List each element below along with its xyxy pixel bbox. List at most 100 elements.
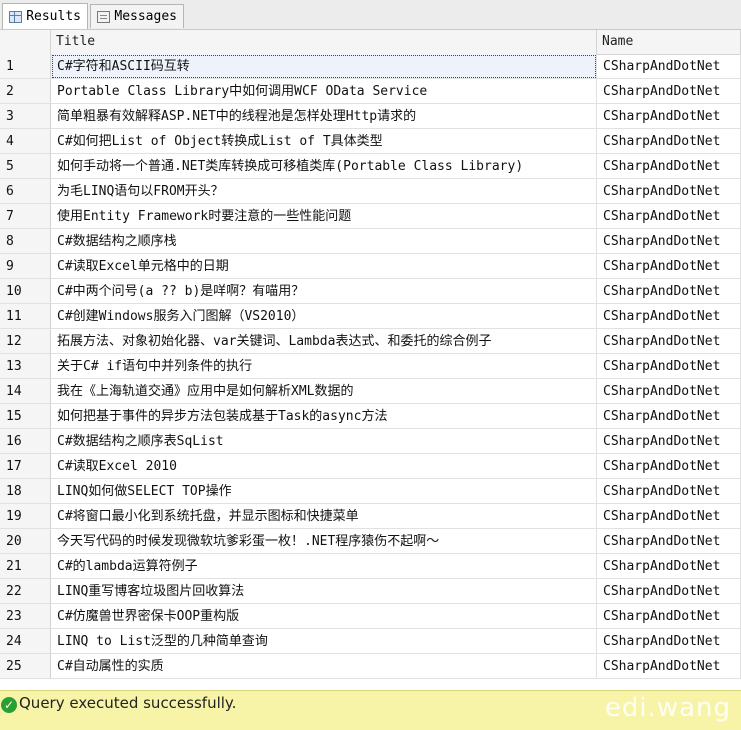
title-cell[interactable]: 如何手动将一个普通.NET类库转换成可移植类库(Portable Class L… — [51, 154, 597, 179]
row-number-cell[interactable]: 19 — [0, 504, 51, 529]
row-number-cell[interactable]: 16 — [0, 429, 51, 454]
column-header-title[interactable]: Title — [51, 30, 597, 54]
row-number-cell[interactable]: 23 — [0, 604, 51, 629]
name-cell[interactable]: CSharpAndDotNet — [597, 254, 741, 279]
row-number-cell[interactable]: 5 — [0, 154, 51, 179]
title-cell[interactable]: C#读取Excel单元格中的日期 — [51, 254, 597, 279]
row-number-cell[interactable]: 22 — [0, 579, 51, 604]
table-row[interactable]: 3 简单粗暴有效解释ASP.NET中的线程池是怎样处理Http请求的 CSharpA… — [0, 104, 741, 129]
name-cell[interactable]: CSharpAndDotNet — [597, 404, 741, 429]
table-row[interactable]: 8 C#数据结构之顺序栈 CSharpAndDotNet — [0, 229, 741, 254]
table-row[interactable]: 20 今天写代码的时候发现微软坑爹彩蛋一枚！.NET程序猿伤不起啊～ CSharpA… — [0, 529, 741, 554]
title-cell[interactable]: 我在《上海轨道交通》应用中是如何解析XML数据的 — [51, 379, 597, 404]
row-number-cell[interactable]: 12 — [0, 329, 51, 354]
title-cell[interactable]: 如何把基于事件的异步方法包装成基于Task的async方法 — [51, 404, 597, 429]
name-cell[interactable]: CSharpAndDotNet — [597, 529, 741, 554]
table-row[interactable]: 22 LINQ重写博客垃圾图片回收算法 CSharpAndDotNet — [0, 579, 741, 604]
tab-results[interactable]: Results — [2, 3, 88, 29]
table-row[interactable]: 21 C#的lambda运算符例子 CSharpAndDotNet — [0, 554, 741, 579]
row-number-cell[interactable]: 25 — [0, 654, 51, 679]
title-cell[interactable]: C#自动属性的实质 — [51, 654, 597, 679]
title-cell[interactable]: C#如何把List of Object转换成List of T具体类型 — [51, 129, 597, 154]
title-cell[interactable]: 为毛LINQ语句以FROM开头？ — [51, 179, 597, 204]
row-number-cell[interactable]: 21 — [0, 554, 51, 579]
name-cell[interactable]: CSharpAndDotNet — [597, 229, 741, 254]
title-cell[interactable]: C#的lambda运算符例子 — [51, 554, 597, 579]
title-cell[interactable]: 今天写代码的时候发现微软坑爹彩蛋一枚！.NET程序猿伤不起啊～ — [51, 529, 597, 554]
title-cell[interactable]: 简单粗暴有效解释ASP.NET中的线程池是怎样处理Http请求的 — [51, 104, 597, 129]
column-header-name[interactable]: Name — [597, 30, 741, 54]
row-number-cell[interactable]: 24 — [0, 629, 51, 654]
row-number-cell[interactable]: 2 — [0, 79, 51, 104]
title-cell[interactable]: C#将窗口最小化到系统托盘，并显示图标和快捷菜单 — [51, 504, 597, 529]
row-number-cell[interactable]: 20 — [0, 529, 51, 554]
table-row[interactable]: 7 使用Entity Framework时要注意的一些性能问题 CSharpAndD… — [0, 204, 741, 229]
title-cell[interactable]: C#数据结构之顺序表SqList — [51, 429, 597, 454]
table-row[interactable]: 1 C#字符和ASCII码互转 CSharpAndDotNet — [0, 54, 741, 79]
name-cell[interactable]: CSharpAndDotNet — [597, 204, 741, 229]
title-cell[interactable]: LINQ to List泛型的几种简单查询 — [51, 629, 597, 654]
row-number-cell[interactable]: 10 — [0, 279, 51, 304]
name-cell[interactable]: CSharpAndDotNet — [597, 79, 741, 104]
name-cell[interactable]: CSharpAndDotNet — [597, 54, 741, 79]
name-cell[interactable]: CSharpAndDotNet — [597, 304, 741, 329]
row-number-cell[interactable]: 17 — [0, 454, 51, 479]
name-cell[interactable]: CSharpAndDotNet — [597, 654, 741, 679]
table-row[interactable]: 15 如何把基于事件的异步方法包装成基于Task的async方法 CSharpAnd… — [0, 404, 741, 429]
title-cell[interactable]: LINQ如何做SELECT TOP操作 — [51, 479, 597, 504]
table-row[interactable]: 23 C#仿魔兽世界密保卡OOP重构版 CSharpAndDotNet — [0, 604, 741, 629]
name-cell[interactable]: CSharpAndDotNet — [597, 479, 741, 504]
table-row[interactable]: 11 C#创建Windows服务入门图解（VS2010） CSharpAndDotN… — [0, 304, 741, 329]
table-row[interactable]: 16 C#数据结构之顺序表SqList CSharpAndDotNet — [0, 429, 741, 454]
name-cell[interactable]: CSharpAndDotNet — [597, 329, 741, 354]
row-number-cell[interactable]: 14 — [0, 379, 51, 404]
row-number-cell[interactable]: 18 — [0, 479, 51, 504]
name-cell[interactable]: CSharpAndDotNet — [597, 154, 741, 179]
table-row[interactable]: 6 为毛LINQ语句以FROM开头？ CSharpAndDotNet — [0, 179, 741, 204]
title-cell[interactable]: 使用Entity Framework时要注意的一些性能问题 — [51, 204, 597, 229]
table-row[interactable]: 17 C#读取Excel 2010 CSharpAndDotNet — [0, 454, 741, 479]
table-row[interactable]: 25 C#自动属性的实质 CSharpAndDotNet — [0, 654, 741, 679]
name-cell[interactable]: CSharpAndDotNet — [597, 129, 741, 154]
title-cell[interactable]: C#中两个问号(a ?? b)是咩啊？有喵用？ — [51, 279, 597, 304]
tab-messages[interactable]: Messages — [90, 4, 184, 28]
table-row[interactable]: 12 拓展方法、对象初始化器、var关键词、Lambda表达式、和委托的综合例子 C… — [0, 329, 741, 354]
row-number-cell[interactable]: 3 — [0, 104, 51, 129]
table-row[interactable]: 19 C#将窗口最小化到系统托盘，并显示图标和快捷菜单 CSharpAndDotNe… — [0, 504, 741, 529]
table-row[interactable]: 5 如何手动将一个普通.NET类库转换成可移植类库(Portable Class … — [0, 154, 741, 179]
table-row[interactable]: 9 C#读取Excel单元格中的日期 CSharpAndDotNet — [0, 254, 741, 279]
title-cell[interactable]: Portable Class Library中如何调用WCF OData Ser… — [51, 79, 597, 104]
name-cell[interactable]: CSharpAndDotNet — [597, 629, 741, 654]
results-grid[interactable]: Title Name 1 C#字符和ASCII码互转 CSharpAndDotNet… — [0, 30, 741, 686]
row-number-cell[interactable]: 4 — [0, 129, 51, 154]
name-cell[interactable]: CSharpAndDotNet — [597, 379, 741, 404]
title-cell[interactable]: C#创建Windows服务入门图解（VS2010） — [51, 304, 597, 329]
title-cell[interactable]: C#仿魔兽世界密保卡OOP重构版 — [51, 604, 597, 629]
row-number-cell[interactable]: 8 — [0, 229, 51, 254]
row-number-cell[interactable]: 9 — [0, 254, 51, 279]
table-row[interactable]: 4 C#如何把List of Object转换成List of T具体类型 CSha… — [0, 129, 741, 154]
title-cell[interactable]: C#读取Excel 2010 — [51, 454, 597, 479]
name-cell[interactable]: CSharpAndDotNet — [597, 429, 741, 454]
table-row[interactable]: 13 关于C# if语句中并列条件的执行 CSharpAndDotNet — [0, 354, 741, 379]
title-cell[interactable]: LINQ重写博客垃圾图片回收算法 — [51, 579, 597, 604]
name-cell[interactable]: CSharpAndDotNet — [597, 454, 741, 479]
name-cell[interactable]: CSharpAndDotNet — [597, 179, 741, 204]
row-number-cell[interactable]: 1 — [0, 54, 51, 79]
name-cell[interactable]: CSharpAndDotNet — [597, 579, 741, 604]
title-cell[interactable]: 拓展方法、对象初始化器、var关键词、Lambda表达式、和委托的综合例子 — [51, 329, 597, 354]
name-cell[interactable]: CSharpAndDotNet — [597, 604, 741, 629]
row-number-cell[interactable]: 13 — [0, 354, 51, 379]
table-row[interactable]: 14 我在《上海轨道交通》应用中是如何解析XML数据的 CSharpAndDotNe… — [0, 379, 741, 404]
row-number-cell[interactable]: 7 — [0, 204, 51, 229]
table-row[interactable]: 2 Portable Class Library中如何调用WCF OData Se… — [0, 79, 741, 104]
name-cell[interactable]: CSharpAndDotNet — [597, 279, 741, 304]
name-cell[interactable]: CSharpAndDotNet — [597, 504, 741, 529]
name-cell[interactable]: CSharpAndDotNet — [597, 554, 741, 579]
name-cell[interactable]: CSharpAndDotNet — [597, 354, 741, 379]
table-row[interactable]: 24 LINQ to List泛型的几种简单查询 CSharpAndDotNet — [0, 629, 741, 654]
name-cell[interactable]: CSharpAndDotNet — [597, 104, 741, 129]
title-cell[interactable]: C#数据结构之顺序栈 — [51, 229, 597, 254]
table-row[interactable]: 18 LINQ如何做SELECT TOP操作 CSharpAndDotNet — [0, 479, 741, 504]
column-header-rownum[interactable] — [0, 30, 51, 54]
